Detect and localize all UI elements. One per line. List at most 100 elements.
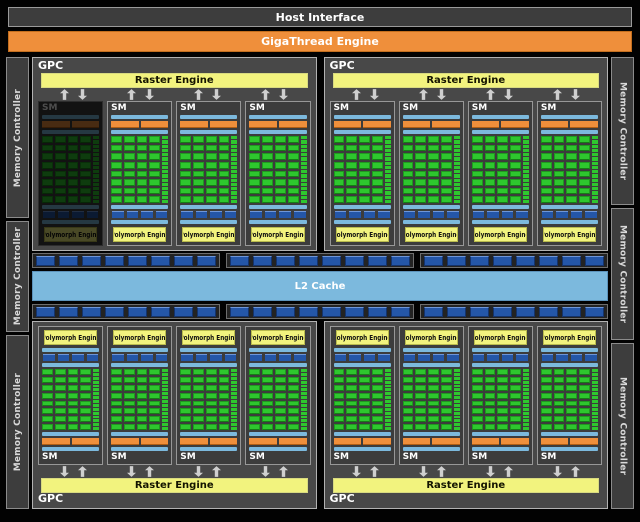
core-cell — [180, 369, 191, 375]
small-core-cell — [301, 377, 307, 380]
light-blue-bar — [180, 432, 237, 436]
small-core-cell — [385, 153, 391, 156]
core-grid — [249, 136, 298, 203]
core-cell — [428, 385, 439, 391]
small-core-cell — [231, 136, 237, 139]
arrow-pair — [332, 88, 399, 101]
small-core-cell — [592, 427, 598, 430]
core-cell — [441, 393, 452, 399]
up-arrow-icon — [370, 466, 379, 477]
core-cell — [180, 401, 191, 407]
dark-blue-segment — [335, 211, 347, 218]
orange-segment — [501, 438, 529, 445]
core-cell — [346, 188, 357, 195]
core-cell — [472, 136, 483, 143]
warp-scheduler-bar — [472, 438, 529, 445]
small-core-cell — [454, 183, 460, 186]
load-store-bar — [111, 211, 168, 218]
core-cell — [124, 385, 135, 391]
small-core-cell — [231, 427, 237, 430]
small-core-cell — [301, 427, 307, 430]
core-array — [403, 136, 460, 203]
crossbar-segment — [105, 307, 124, 317]
core-cell — [403, 162, 414, 169]
small-core-cell — [592, 179, 598, 182]
arrow-row — [330, 465, 603, 478]
core-cell — [55, 416, 66, 422]
small-core-cell — [523, 170, 529, 173]
core-cell — [541, 377, 552, 383]
core-cell — [472, 153, 483, 160]
small-core-cell — [592, 183, 598, 186]
small-core-cell — [385, 377, 391, 380]
up-arrow-icon — [504, 466, 513, 477]
small-core-cell — [454, 149, 460, 152]
crossbar-segment — [368, 256, 387, 266]
core-cell — [415, 171, 426, 178]
core-cell — [193, 416, 204, 422]
core-cell — [428, 162, 439, 169]
small-core-cell — [162, 388, 168, 391]
polymorph-engine-text: Polymorph Engine — [113, 231, 166, 239]
core-cell — [149, 393, 160, 399]
core-cell — [359, 385, 370, 391]
core-cell — [149, 171, 160, 178]
orange-segment — [279, 438, 307, 445]
core-cell — [403, 171, 414, 178]
small-core-cell — [523, 157, 529, 160]
sm-block: SMPolymorph Engine — [399, 101, 464, 246]
dark-blue-segment — [516, 354, 528, 361]
core-cell — [111, 171, 122, 178]
core-cell — [472, 393, 483, 399]
core-cell — [403, 401, 414, 407]
core-cell — [541, 188, 552, 195]
small-core-cell — [93, 149, 99, 152]
core-cell — [441, 401, 452, 407]
core-cell — [510, 369, 521, 375]
small-core-cell — [301, 179, 307, 182]
core-cell — [249, 377, 260, 383]
core-cell — [42, 377, 53, 383]
orange-segment — [249, 121, 277, 128]
small-core-cell — [162, 191, 168, 194]
core-cell — [137, 145, 148, 152]
core-cell — [403, 385, 414, 391]
core-cell — [485, 393, 496, 399]
core-cell — [485, 179, 496, 186]
small-core-cell — [523, 179, 529, 182]
core-cell — [579, 136, 590, 143]
small-core-cell — [523, 149, 529, 152]
core-cell — [206, 136, 217, 143]
small-core-cell — [93, 423, 99, 426]
crossbar-segment — [197, 256, 216, 266]
small-core-cell — [385, 191, 391, 194]
dark-blue-segment — [418, 354, 430, 361]
dark-blue-segment — [127, 354, 139, 361]
gpc-label: GPC — [38, 493, 311, 506]
small-core-cell — [231, 419, 237, 422]
small-core-cell — [454, 427, 460, 430]
core-cell — [472, 188, 483, 195]
core-cell — [372, 408, 383, 414]
sm-block: Polymorph EngineSM — [38, 326, 103, 465]
load-store-bar — [180, 211, 237, 218]
core-cell — [566, 136, 577, 143]
core-cell — [554, 393, 565, 399]
dark-blue-segment — [43, 211, 55, 218]
core-cell — [566, 153, 577, 160]
crossbar-segment — [128, 256, 147, 266]
core-cell — [497, 188, 508, 195]
core-cell — [497, 408, 508, 414]
core-cell — [359, 196, 370, 203]
core-cell — [554, 377, 565, 383]
crossbar-segment — [276, 307, 295, 317]
up-arrow-icon — [261, 89, 270, 100]
small-core-cell — [385, 157, 391, 160]
small-core-cell — [301, 416, 307, 419]
core-cell — [510, 179, 521, 186]
core-cell — [219, 196, 230, 203]
core-cell — [372, 393, 383, 399]
core-cell — [249, 179, 260, 186]
crossbar-segment — [493, 256, 512, 266]
small-core-cell — [385, 416, 391, 419]
